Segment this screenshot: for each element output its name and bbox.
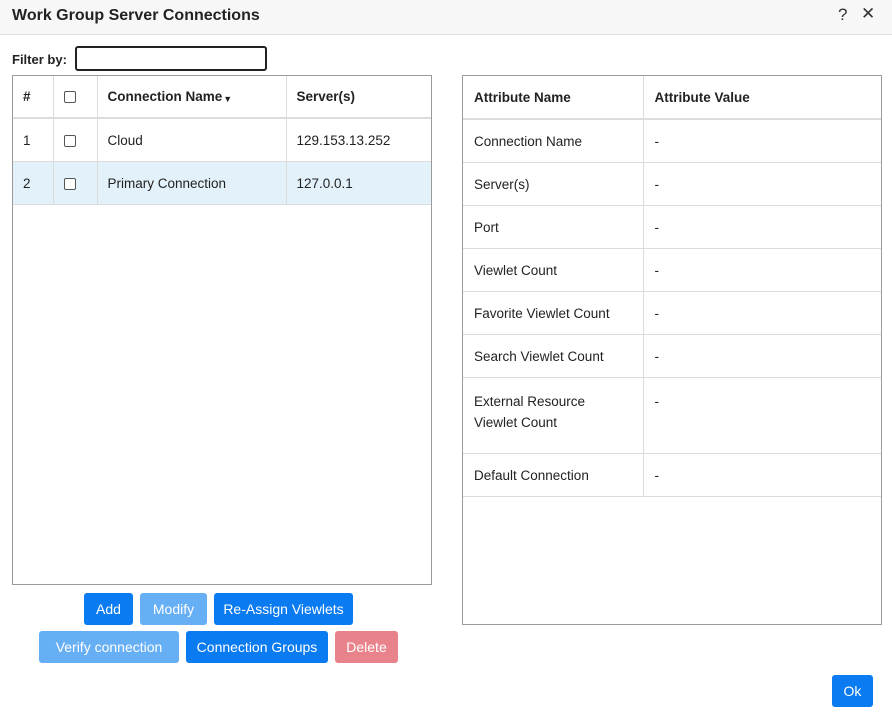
attribute-row: Port - <box>463 205 881 249</box>
row-connection-name: Cloud <box>97 118 287 162</box>
filter-input[interactable] <box>75 46 267 71</box>
attribute-name: Port <box>463 205 644 249</box>
attributes-table: Attribute Name Attribute Value Connectio… <box>463 76 881 497</box>
attribute-value: - <box>643 162 881 206</box>
row-connection-name: Primary Connection <box>97 161 287 205</box>
row-server: 127.0.0.1 <box>286 161 431 205</box>
attribute-name: Favorite Viewlet Count <box>463 291 644 335</box>
header-attribute-name: Attribute Name <box>463 76 644 120</box>
attribute-row: Server(s) - <box>463 162 881 206</box>
row-checkbox-cell <box>53 161 98 205</box>
attribute-value: - <box>643 119 881 163</box>
add-button[interactable]: Add <box>84 593 133 625</box>
verify-connection-button[interactable]: Verify connection <box>39 631 179 663</box>
header-connection-name[interactable]: Connection Name▼ <box>97 76 287 119</box>
attribute-row: External Resource Viewlet Count - <box>463 377 881 454</box>
header-select-all <box>53 76 98 119</box>
filter-label: Filter by: <box>12 52 67 67</box>
attributes-panel: Attribute Name Attribute Value Connectio… <box>462 75 882 625</box>
attribute-value: - <box>643 248 881 292</box>
row-checkbox-cell <box>53 118 98 162</box>
attribute-row: Search Viewlet Count - <box>463 334 881 378</box>
row-server: 129.153.13.252 <box>286 118 431 162</box>
header-connection-name-label: Connection Name <box>107 89 223 104</box>
connections-panel: # Connection Name▼ Server(s) 1 Cloud 129… <box>12 75 432 585</box>
row-checkbox[interactable] <box>63 134 76 147</box>
table-row[interactable]: 1 Cloud 129.153.13.252 <box>13 118 431 162</box>
attribute-value: - <box>643 334 881 378</box>
attributes-header-row: Attribute Name Attribute Value <box>463 76 881 120</box>
connections-header-row: # Connection Name▼ Server(s) <box>13 76 431 119</box>
modify-button[interactable]: Modify <box>140 593 207 625</box>
header-servers[interactable]: Server(s) <box>286 76 431 119</box>
row-num: 1 <box>13 118 54 162</box>
row-num: 2 <box>13 161 54 205</box>
connection-groups-button[interactable]: Connection Groups <box>186 631 328 663</box>
row-checkbox[interactable] <box>63 177 76 190</box>
attribute-name: Search Viewlet Count <box>463 334 644 378</box>
attribute-name: External Resource Viewlet Count <box>463 377 644 454</box>
attribute-name: Server(s) <box>463 162 644 206</box>
delete-button[interactable]: Delete <box>335 631 398 663</box>
ok-button[interactable]: Ok <box>832 675 873 707</box>
attribute-row: Connection Name - <box>463 119 881 163</box>
table-row[interactable]: 2 Primary Connection 127.0.0.1 <box>13 161 431 205</box>
attribute-value: - <box>643 453 881 497</box>
attribute-value: - <box>643 377 881 454</box>
attribute-row: Default Connection - <box>463 453 881 497</box>
reassign-viewlets-button[interactable]: Re-Assign Viewlets <box>214 593 353 625</box>
attribute-value: - <box>643 205 881 249</box>
attribute-name: Connection Name <box>463 119 644 163</box>
connections-table: # Connection Name▼ Server(s) 1 Cloud 129… <box>13 76 431 205</box>
close-icon[interactable]: ✕ <box>861 4 875 24</box>
header-num: # <box>13 76 54 119</box>
attribute-name: Viewlet Count <box>463 248 644 292</box>
dialog-titlebar: Work Group Server Connections ? ✕ <box>0 0 892 35</box>
dialog-title: Work Group Server Connections <box>12 7 260 24</box>
attribute-name: Default Connection <box>463 453 644 497</box>
header-attribute-value: Attribute Value <box>643 76 881 120</box>
attribute-row: Favorite Viewlet Count - <box>463 291 881 335</box>
help-icon[interactable]: ? <box>838 5 847 25</box>
sort-desc-icon: ▼ <box>223 94 233 104</box>
attribute-row: Viewlet Count - <box>463 248 881 292</box>
attribute-value: - <box>643 291 881 335</box>
select-all-checkbox[interactable] <box>63 91 76 104</box>
